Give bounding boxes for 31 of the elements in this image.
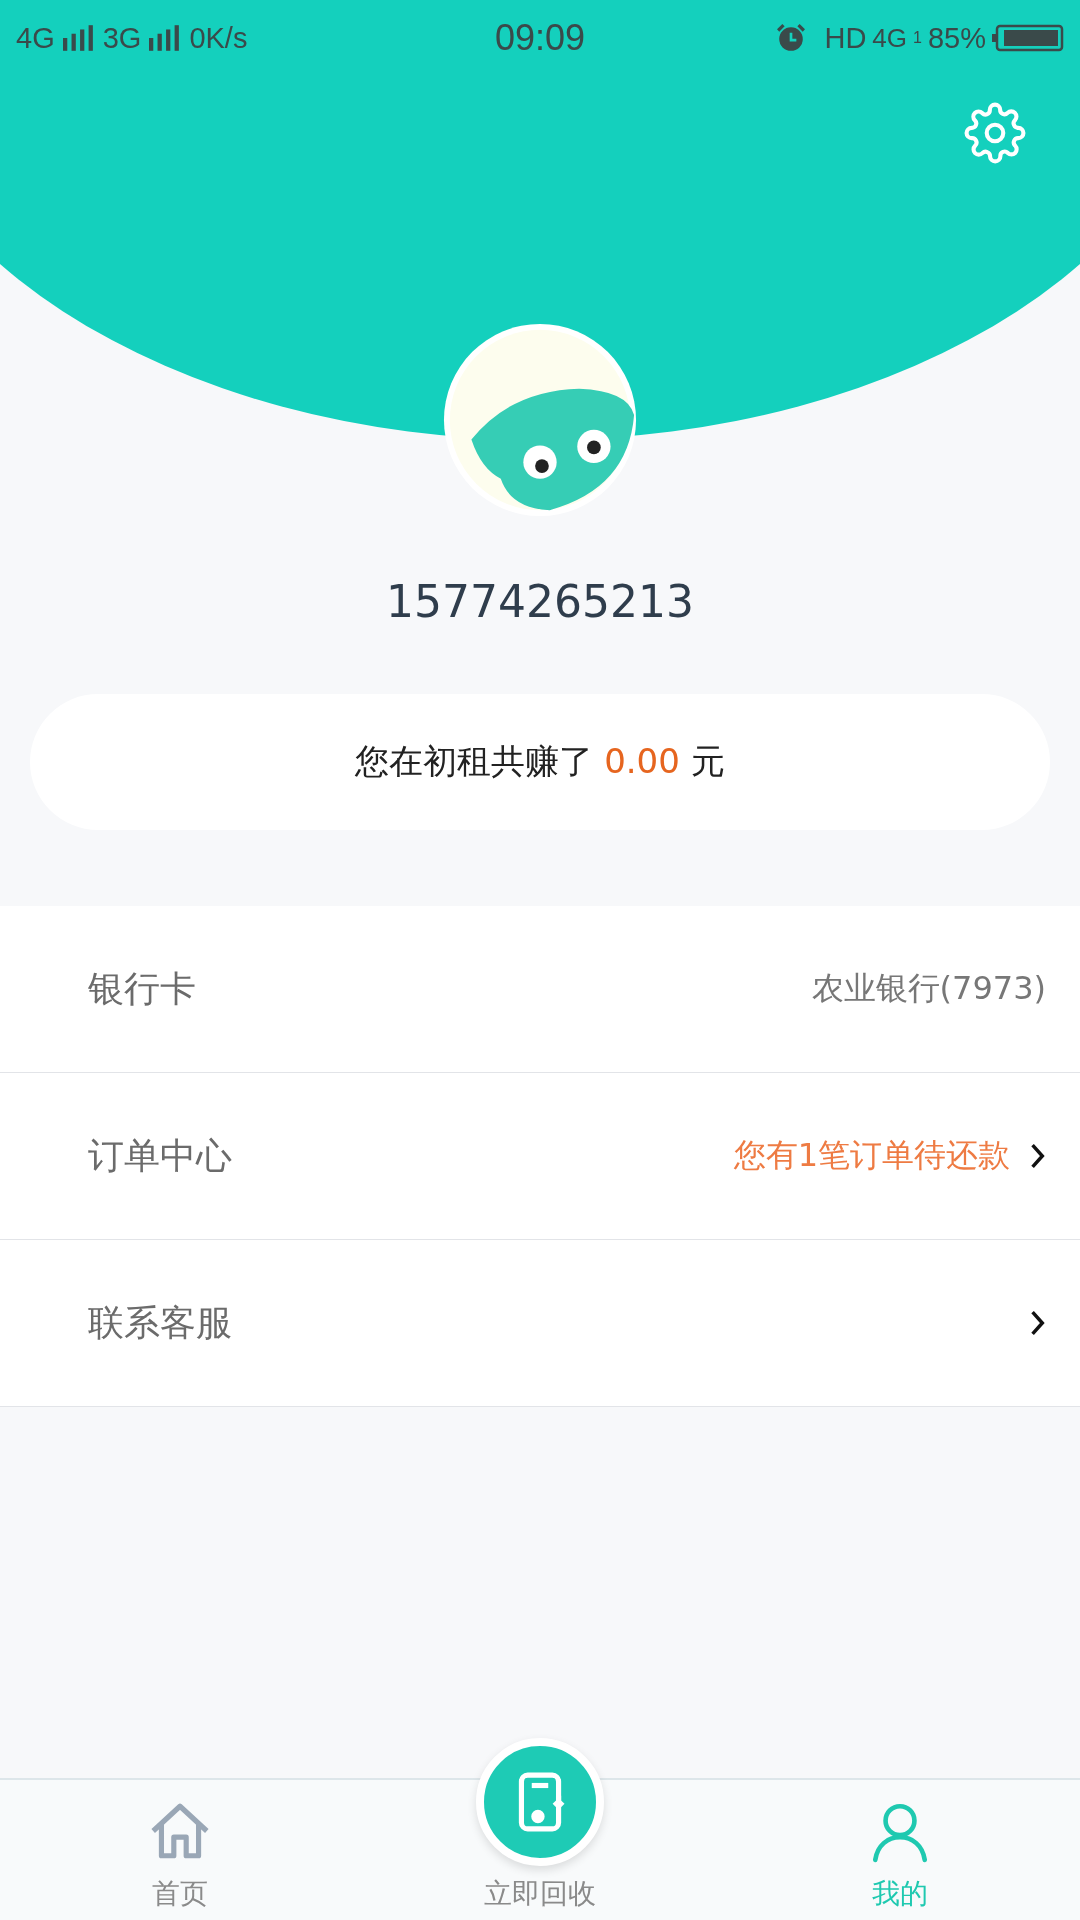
tab-label: 我的 <box>872 1876 928 1912</box>
avatar-icon <box>442 322 638 518</box>
signal-icon <box>149 25 182 51</box>
menu-label: 银行卡 <box>88 966 196 1011</box>
sim-indicator: 1 <box>913 29 922 47</box>
clock: 09:09 <box>494 17 586 59</box>
network-type: 4G <box>16 21 55 55</box>
network-type: 3G <box>102 21 142 55</box>
menu-item[interactable]: 联系客服 <box>0 1240 1080 1407</box>
menu-label: 联系客服 <box>88 1300 232 1345</box>
menu-item[interactable]: 订单中心 您有1笔订单待还款 <box>0 1073 1080 1240</box>
menu-value: 您有1笔订单待还款 <box>733 1135 1010 1176</box>
menu-value: 农业银行(7973) <box>811 968 1046 1009</box>
signal-icon <box>62 25 95 51</box>
menu-label: 订单中心 <box>88 1133 232 1178</box>
phone-number: 15774265213 <box>385 575 695 629</box>
tab-label: 首页 <box>152 1876 208 1912</box>
alarm-icon <box>776 23 807 53</box>
nav-tab[interactable]: 立即回收 <box>400 1738 680 1920</box>
battery-level: 85% <box>927 21 986 55</box>
earnings-text: 您在初租共赚了 0.00 元 <box>355 740 725 783</box>
chevron-icon <box>1030 1310 1046 1336</box>
nav-tab[interactable]: 首页 <box>40 1798 320 1920</box>
chevron-icon <box>1030 1143 1046 1169</box>
hd-indicator: HD <box>824 21 867 55</box>
network-type: 4G <box>872 22 908 54</box>
network-speed: 0K/s <box>189 21 248 55</box>
battery-icon <box>992 24 1064 52</box>
settings-icon[interactable] <box>964 102 1026 164</box>
tab-label: 立即回收 <box>484 1876 596 1912</box>
menu-item[interactable]: 银行卡 农业银行(7973) <box>0 906 1080 1073</box>
